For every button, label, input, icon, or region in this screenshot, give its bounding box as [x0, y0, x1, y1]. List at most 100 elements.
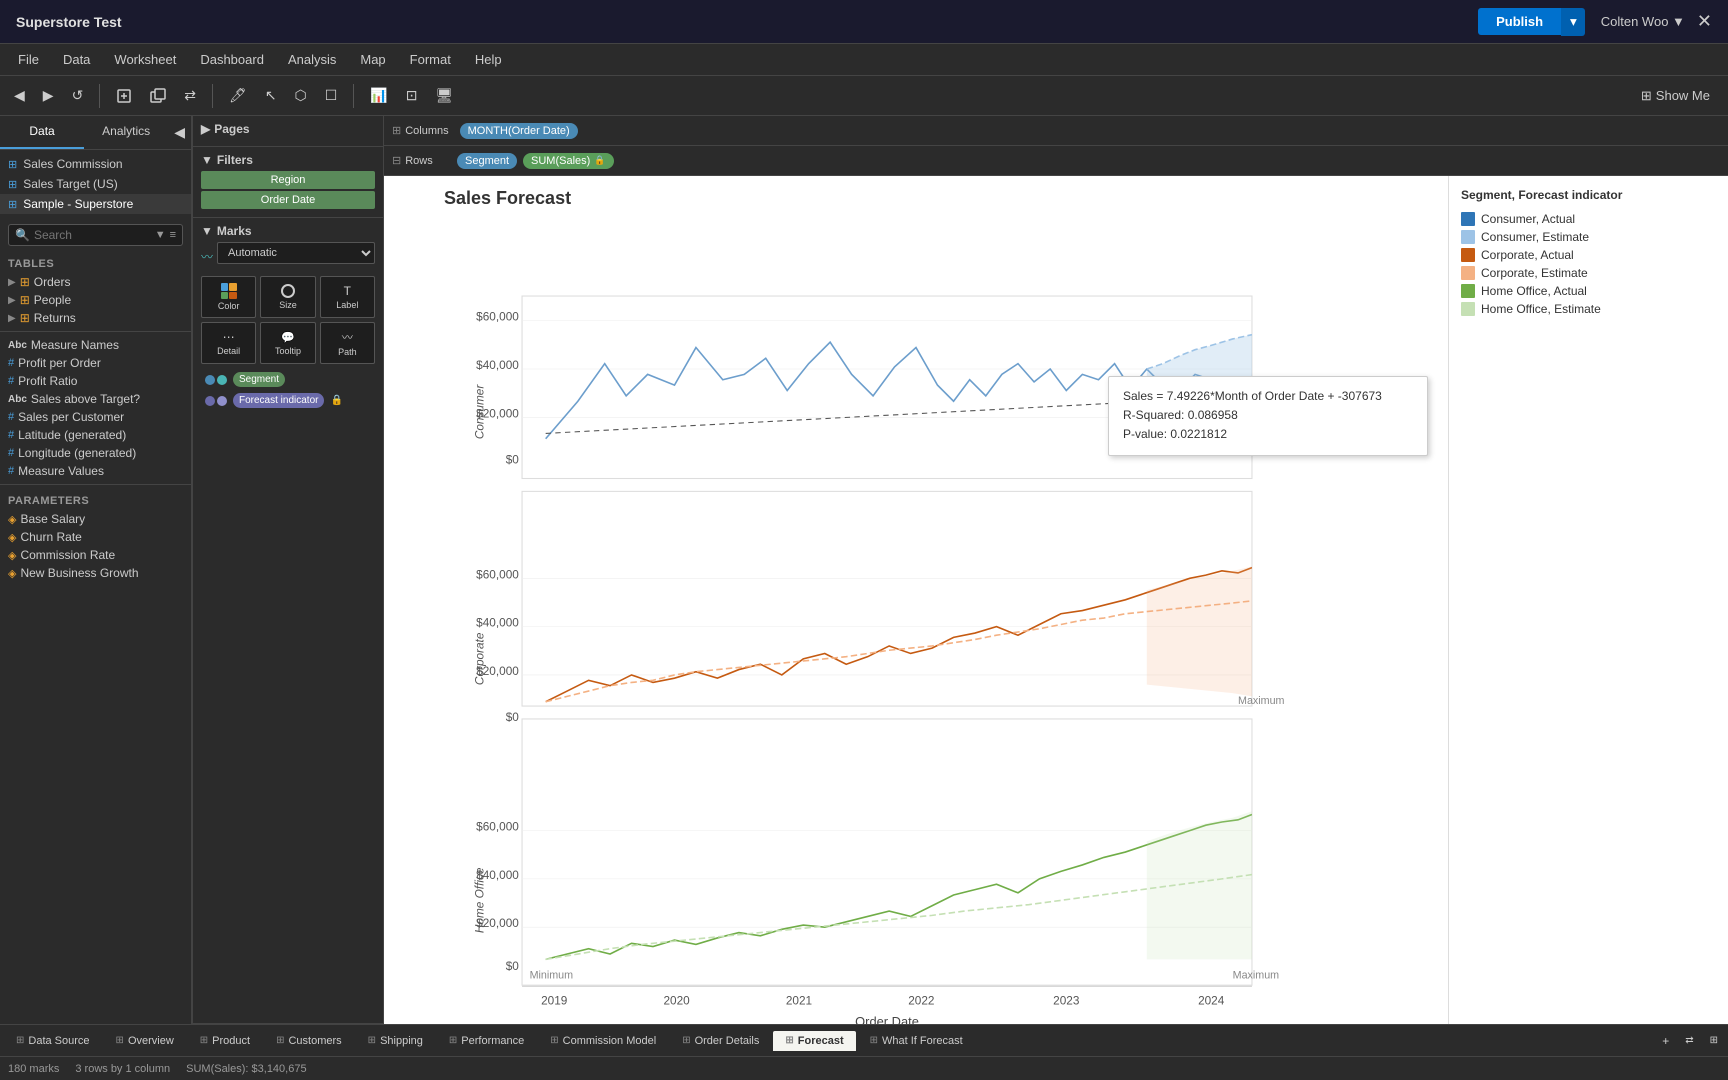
forward-button[interactable]: ▶	[37, 83, 60, 108]
menu-worksheet[interactable]: Worksheet	[104, 48, 186, 71]
menu-file[interactable]: File	[8, 48, 49, 71]
marks-type-dropdown[interactable]: Automatic	[217, 242, 375, 264]
forecast-pill[interactable]: Forecast indicator	[233, 393, 324, 408]
legend-homeoffice-actual[interactable]: Home Office, Actual	[1461, 282, 1716, 300]
marks-pill-segment[interactable]: Segment	[201, 370, 375, 389]
datasource-item-2[interactable]: ⊞ Sales Target (US)	[0, 174, 191, 194]
duplicate-button[interactable]	[144, 84, 172, 108]
marks-color-button[interactable]: Color	[201, 276, 256, 318]
param-commission-rate[interactable]: ◈ Commission Rate	[0, 546, 191, 564]
menu-dashboard[interactable]: Dashboard	[190, 48, 274, 71]
datasource-item-3[interactable]: ⊞ Sample - Superstore	[0, 194, 191, 214]
tab-what-if[interactable]: ⊞ What If Forecast	[858, 1031, 975, 1051]
chart-fit-btn[interactable]: ⊡	[400, 83, 424, 108]
marks-pill-forecast[interactable]: Forecast indicator 🔒	[201, 391, 375, 410]
publish-dropdown-button[interactable]: ▾	[1561, 8, 1585, 36]
tab-film-button[interactable]: ⊞	[1704, 1030, 1724, 1052]
legend-corporate-estimate[interactable]: Corporate, Estimate	[1461, 264, 1716, 282]
param-churn-rate[interactable]: ◈ Churn Rate	[0, 528, 191, 546]
field-measure-values[interactable]: # Measure Values	[0, 462, 191, 480]
tab-forecast[interactable]: ⊞ Forecast	[773, 1031, 855, 1051]
refresh-button[interactable]: ↺	[66, 83, 90, 108]
field-latitude[interactable]: # Latitude (generated)	[0, 426, 191, 444]
tab-data-source[interactable]: ⊞ Data Source	[4, 1031, 102, 1051]
legend-homeoffice-estimate[interactable]: Home Office, Estimate	[1461, 300, 1716, 318]
menu-analysis[interactable]: Analysis	[278, 48, 346, 71]
field-profit-ratio[interactable]: # Profit Ratio	[0, 372, 191, 390]
row-pill-sales[interactable]: SUM(Sales) 🔒	[523, 153, 614, 169]
pages-label: Pages	[214, 122, 249, 136]
field-sales-per-customer[interactable]: # Sales per Customer	[0, 408, 191, 426]
column-pill-month[interactable]: MONTH(Order Date)	[460, 123, 578, 139]
bottom-tabs: ⊞ Data Source ⊞ Overview ⊞ Product ⊞ Cus…	[0, 1024, 1728, 1056]
param-base-salary[interactable]: ◈ Base Salary	[0, 510, 191, 528]
pan-btn[interactable]: ☐	[319, 83, 344, 108]
svg-text:$60,000: $60,000	[476, 820, 519, 834]
tab-overview[interactable]: ⊞ Overview	[104, 1031, 186, 1051]
marks-size-button[interactable]: Size	[260, 276, 315, 318]
row-pill-segment[interactable]: Segment	[457, 153, 517, 169]
table-people[interactable]: ▶ ⊞ People	[0, 291, 191, 309]
sidebar-collapse-button[interactable]: ◀	[168, 116, 191, 149]
rows-icon: ⊟	[392, 154, 401, 167]
tab-icon-what-if: ⊞	[870, 1035, 878, 1046]
select-btn[interactable]: ↖	[259, 83, 283, 108]
tab-data[interactable]: Data	[0, 116, 84, 149]
tooltip-line1: Sales = 7.49226*Month of Order Date + -3…	[1123, 387, 1413, 406]
chevron-orders: ▶	[8, 277, 16, 288]
filters-header[interactable]: ▼ Filters	[201, 153, 375, 167]
segment-dot-1	[205, 375, 215, 385]
hash-icon-3: #	[8, 411, 14, 423]
marks-tooltip-button[interactable]: 💬 Tooltip	[260, 322, 315, 364]
menu-format[interactable]: Format	[400, 48, 461, 71]
tab-sort-button[interactable]: ⇄	[1679, 1030, 1699, 1052]
new-tab-button[interactable]: +	[1656, 1030, 1675, 1052]
field-longitude[interactable]: # Longitude (generated)	[0, 444, 191, 462]
marks-path-button[interactable]: 〰 Path	[320, 322, 375, 364]
highlight-btn[interactable]: 🖊	[223, 83, 253, 108]
chart-type-btn[interactable]: 📊	[364, 83, 393, 108]
legend-corporate-actual[interactable]: Corporate, Actual	[1461, 246, 1716, 264]
filter-region[interactable]: Region	[201, 171, 375, 189]
sort-icon[interactable]: ≡	[170, 229, 176, 241]
segment-pill[interactable]: Segment	[233, 372, 285, 387]
table-orders[interactable]: ▶ ⊞ Orders	[0, 273, 191, 291]
back-button[interactable]: ◀	[8, 83, 31, 108]
show-me-button[interactable]: ⊞ Show Me	[1631, 84, 1720, 108]
datasource-item-1[interactable]: ⊞ Sales Commission	[0, 154, 191, 174]
svg-text:$60,000: $60,000	[476, 567, 519, 581]
menu-help[interactable]: Help	[465, 48, 512, 71]
tab-analytics[interactable]: Analytics	[84, 116, 168, 149]
legend-consumer-actual[interactable]: Consumer, Actual	[1461, 210, 1716, 228]
close-button[interactable]: ✕	[1697, 11, 1712, 32]
tab-commission[interactable]: ⊞ Commission Model	[538, 1031, 668, 1051]
lasso-btn[interactable]: ⬡	[289, 83, 313, 108]
tab-customers[interactable]: ⊞ Customers	[264, 1031, 354, 1051]
menu-map[interactable]: Map	[350, 48, 395, 71]
tab-product[interactable]: ⊞ Product	[188, 1031, 262, 1051]
table-returns[interactable]: ▶ ⊞ Returns	[0, 309, 191, 327]
pages-header[interactable]: ▶ Pages	[201, 122, 375, 136]
marks-detail-button[interactable]: ⋯ Detail	[201, 322, 256, 364]
field-sales-above-target[interactable]: Abc Sales above Target?	[0, 390, 191, 408]
legend-consumer-estimate[interactable]: Consumer, Estimate	[1461, 228, 1716, 246]
marks-label-button[interactable]: T Label	[320, 276, 375, 318]
filter-icon[interactable]: ▼	[155, 229, 166, 241]
svg-text:$40,000: $40,000	[476, 358, 519, 372]
tab-order-details[interactable]: ⊞ Order Details	[670, 1031, 771, 1051]
tab-performance[interactable]: ⊞ Performance	[437, 1031, 536, 1051]
chevron-people: ▶	[8, 295, 16, 306]
device-btn[interactable]: 🖥	[430, 83, 460, 108]
swap-button[interactable]: ⇄	[178, 83, 202, 108]
param-new-business[interactable]: ◈ New Business Growth	[0, 564, 191, 582]
user-info[interactable]: Colten Woo ▼	[1601, 14, 1685, 29]
marks-header[interactable]: ▼ Marks	[201, 224, 375, 238]
search-input[interactable]	[34, 228, 151, 242]
filter-order-date[interactable]: Order Date	[201, 191, 375, 209]
new-worksheet-button[interactable]	[110, 84, 138, 108]
publish-button[interactable]: Publish	[1478, 8, 1561, 35]
menu-data[interactable]: Data	[53, 48, 100, 71]
field-profit-per-order[interactable]: # Profit per Order	[0, 354, 191, 372]
tab-shipping[interactable]: ⊞ Shipping	[356, 1031, 435, 1051]
field-measure-names[interactable]: Abc Measure Names	[0, 336, 191, 354]
